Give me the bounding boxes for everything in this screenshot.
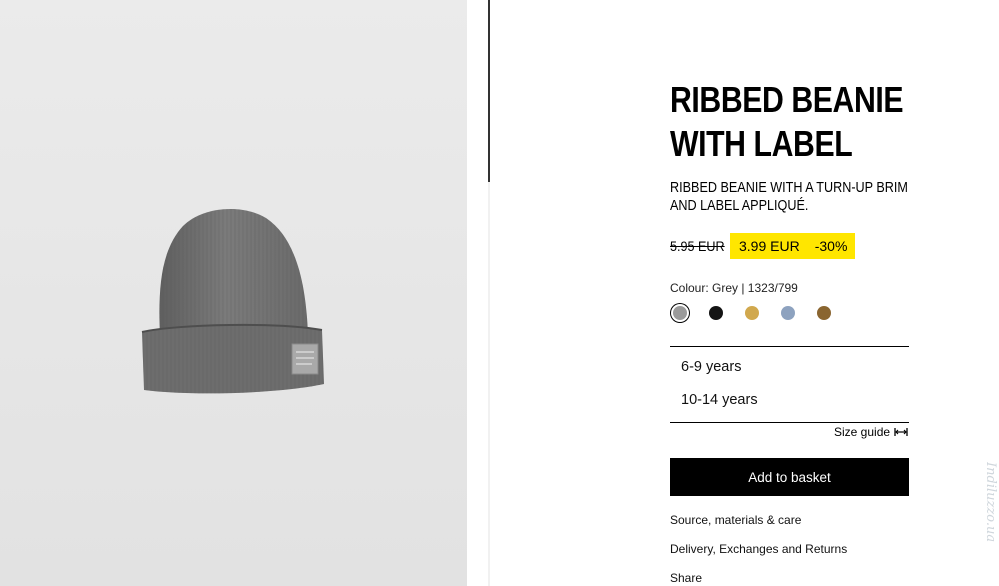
price-block: 5.95 EUR 3.99 EUR -30% <box>670 233 856 259</box>
new-price: 3.99 EUR <box>739 238 800 254</box>
ruler-icon <box>894 427 908 437</box>
discount-percent: -30% <box>814 238 848 254</box>
product-description-line-1: RIBBED BEANIE WITH A TURN-UP BRIM <box>670 180 908 196</box>
scrollbar-thumb[interactable] <box>488 0 490 182</box>
swatch-grey[interactable] <box>673 306 687 320</box>
product-description: RIBBED BEANIE WITH A TURN-UP BRIM AND LA… <box>670 179 914 215</box>
size-guide-link[interactable]: Size guide <box>834 425 908 439</box>
beanie-product-image <box>141 208 324 394</box>
delivery-returns-link[interactable]: Delivery, Exchanges and Returns <box>670 542 847 556</box>
old-price: 5.95 EUR <box>670 238 725 254</box>
swatch-brown[interactable] <box>817 306 831 320</box>
product-title-line-2: WITH LABEL <box>670 123 853 164</box>
product-image-pane[interactable] <box>0 0 467 586</box>
swatch-blue-grey[interactable] <box>781 306 795 320</box>
sale-price-badge: 3.99 EUR -30% <box>730 233 856 259</box>
add-to-basket-button[interactable]: Add to basket <box>670 458 909 496</box>
product-title-line-1: RIBBED BEANIE <box>670 79 904 120</box>
colour-label: Colour: Grey | 1323/799 <box>670 281 798 295</box>
watermark: Indiluzzo.ua <box>983 462 998 543</box>
product-title: RIBBED BEANIE WITH LABEL <box>670 78 904 166</box>
colour-swatches <box>670 306 853 320</box>
image-scrollbar[interactable] <box>488 0 490 586</box>
swatch-mustard[interactable] <box>745 306 759 320</box>
product-description-line-2: AND LABEL APPLIQUÉ. <box>670 198 809 214</box>
share-link[interactable]: Share <box>670 571 702 585</box>
size-guide-label: Size guide <box>834 425 891 439</box>
size-option-6-9[interactable]: 6-9 years <box>670 351 909 384</box>
source-materials-link[interactable]: Source, materials & care <box>670 513 801 527</box>
size-option-10-14[interactable]: 10-14 years <box>670 384 909 417</box>
size-selector: 6-9 years 10-14 years <box>670 346 909 423</box>
swatch-black[interactable] <box>709 306 723 320</box>
